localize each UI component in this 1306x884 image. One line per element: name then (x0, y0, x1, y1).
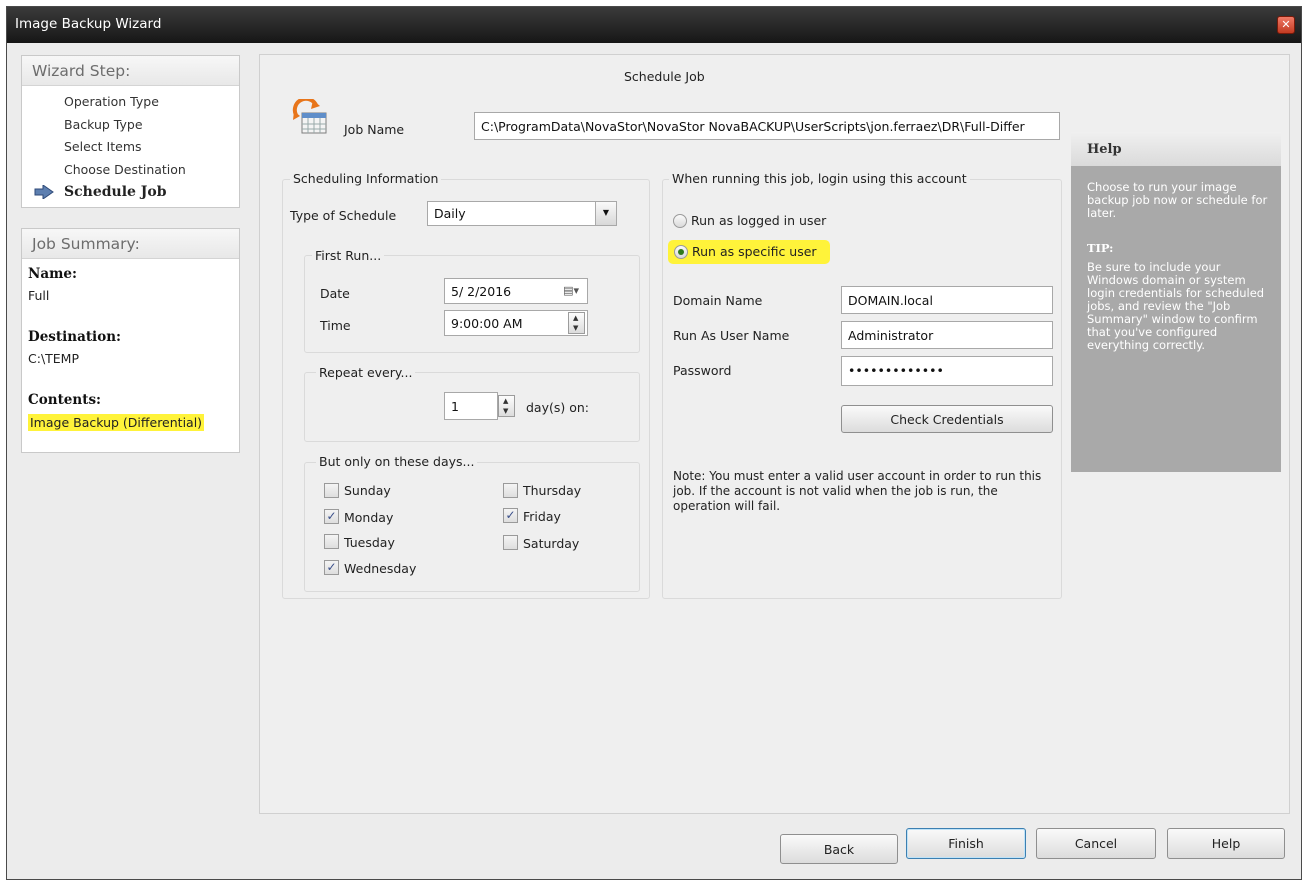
wednesday-label: Wednesday (344, 561, 417, 576)
job-name-label: Job Name (344, 122, 405, 137)
summary-name-label: Name: (28, 266, 77, 282)
summary-name-value: Full (28, 288, 50, 303)
close-icon[interactable]: ✕ (1277, 16, 1295, 34)
run-as-logged-in-label: Run as logged in user (691, 213, 827, 228)
cancel-button[interactable]: Cancel (1036, 828, 1156, 859)
tuesday-checkbox[interactable] (324, 534, 339, 549)
job-summary-panel: Job Summary: Name: Full Destination: C:\… (21, 228, 240, 453)
window-title: Image Backup Wizard (15, 16, 162, 32)
tuesday-label: Tuesday (344, 535, 395, 550)
run-as-logged-in-radio[interactable] (673, 214, 687, 228)
back-button[interactable]: Back (780, 834, 898, 864)
first-run-label: First Run... (312, 248, 385, 263)
current-step-arrow-icon (34, 184, 54, 203)
monday-checkbox[interactable]: ✓ (324, 509, 339, 524)
help-button[interactable]: Help (1167, 828, 1285, 859)
wizard-step-header: Wizard Step: (22, 56, 239, 86)
image-backup-wizard-window: Image Backup Wizard ✕ Wizard Step: Opera… (6, 6, 1302, 880)
scheduling-information-label: Scheduling Information (290, 171, 442, 186)
calendar-dropdown-icon[interactable]: ▤▾ (563, 284, 579, 297)
date-picker[interactable]: 5/ 2/2016 ▤▾ (444, 278, 588, 304)
help-tip-text: Be sure to include your Windows domain o… (1087, 260, 1265, 352)
job-summary-header: Job Summary: (22, 229, 239, 259)
summary-destination-label: Destination: (28, 329, 121, 345)
sunday-label: Sunday (344, 483, 391, 498)
help-title: Help (1071, 132, 1281, 166)
help-text: Choose to run your image backup job now … (1087, 180, 1268, 220)
step-backup-type: Backup Type (64, 117, 143, 132)
thursday-checkbox[interactable] (503, 483, 518, 498)
thursday-label: Thursday (523, 483, 582, 498)
help-tip-label: TIP: (1087, 241, 1114, 255)
summary-contents-value: Image Backup (Differential) (28, 414, 205, 431)
run-as-specific-radio[interactable] (674, 245, 688, 259)
wednesday-checkbox[interactable]: ✓ (324, 560, 339, 575)
summary-contents-label: Contents: (28, 392, 102, 408)
finish-button[interactable]: Finish (906, 828, 1026, 859)
repeat-count-field[interactable]: 1 (444, 392, 498, 420)
check-credentials-button[interactable]: Check Credentials (841, 405, 1053, 433)
account-group-label: When running this job, login using this … (669, 171, 970, 186)
saturday-checkbox[interactable] (503, 535, 518, 550)
time-spinner-icon[interactable] (568, 312, 585, 334)
domain-name-field[interactable]: DOMAIN.local (841, 286, 1053, 314)
days-label: But only on these days... (316, 454, 478, 469)
type-of-schedule-label: Type of Schedule (290, 208, 397, 223)
chevron-down-icon[interactable]: ▼ (595, 202, 616, 225)
step-schedule-job: Schedule Job (64, 184, 167, 200)
wizard-step-panel: Wizard Step: Operation Type Backup Type … (21, 55, 240, 208)
time-field[interactable]: 9:00:00 AM (444, 310, 588, 336)
friday-label: Friday (523, 509, 561, 524)
run-as-user-name-field[interactable]: Administrator (841, 321, 1053, 349)
page-title: Schedule Job (624, 69, 705, 84)
account-note: Note: You must enter a valid user accoun… (673, 469, 1042, 513)
date-value: 5/ 2/2016 (451, 284, 512, 299)
step-choose-destination: Choose Destination (64, 162, 186, 177)
step-select-items: Select Items (64, 139, 142, 154)
date-label: Date (320, 286, 350, 301)
repeat-spinner-icon[interactable] (498, 395, 515, 417)
repeat-every-label: Repeat every... (316, 365, 416, 380)
schedule-calendar-icon (290, 96, 330, 141)
job-name-field[interactable]: C:\ProgramData\NovaStor\NovaStor NovaBAC… (474, 112, 1060, 140)
first-run-group (304, 255, 640, 353)
domain-name-label: Domain Name (673, 293, 763, 308)
time-label: Time (320, 318, 351, 333)
run-as-specific-label: Run as specific user (692, 244, 817, 259)
type-of-schedule-select[interactable]: Daily ▼ (427, 201, 617, 226)
monday-label: Monday (344, 510, 394, 525)
sunday-checkbox[interactable] (324, 483, 339, 498)
password-field[interactable]: ••••••••••••• (841, 356, 1053, 386)
summary-destination-value: C:\TEMP (28, 351, 80, 366)
repeat-unit-label: day(s) on: (526, 400, 590, 415)
saturday-label: Saturday (523, 536, 580, 551)
run-as-user-name-label: Run As User Name (673, 328, 790, 343)
type-of-schedule-value: Daily (434, 206, 466, 221)
help-panel: Help Choose to run your image backup job… (1071, 132, 1281, 472)
password-label: Password (673, 363, 732, 378)
title-bar: Image Backup Wizard ✕ (7, 7, 1301, 43)
step-operation-type: Operation Type (64, 94, 159, 109)
time-value: 9:00:00 AM (451, 316, 523, 331)
friday-checkbox[interactable]: ✓ (503, 508, 518, 523)
